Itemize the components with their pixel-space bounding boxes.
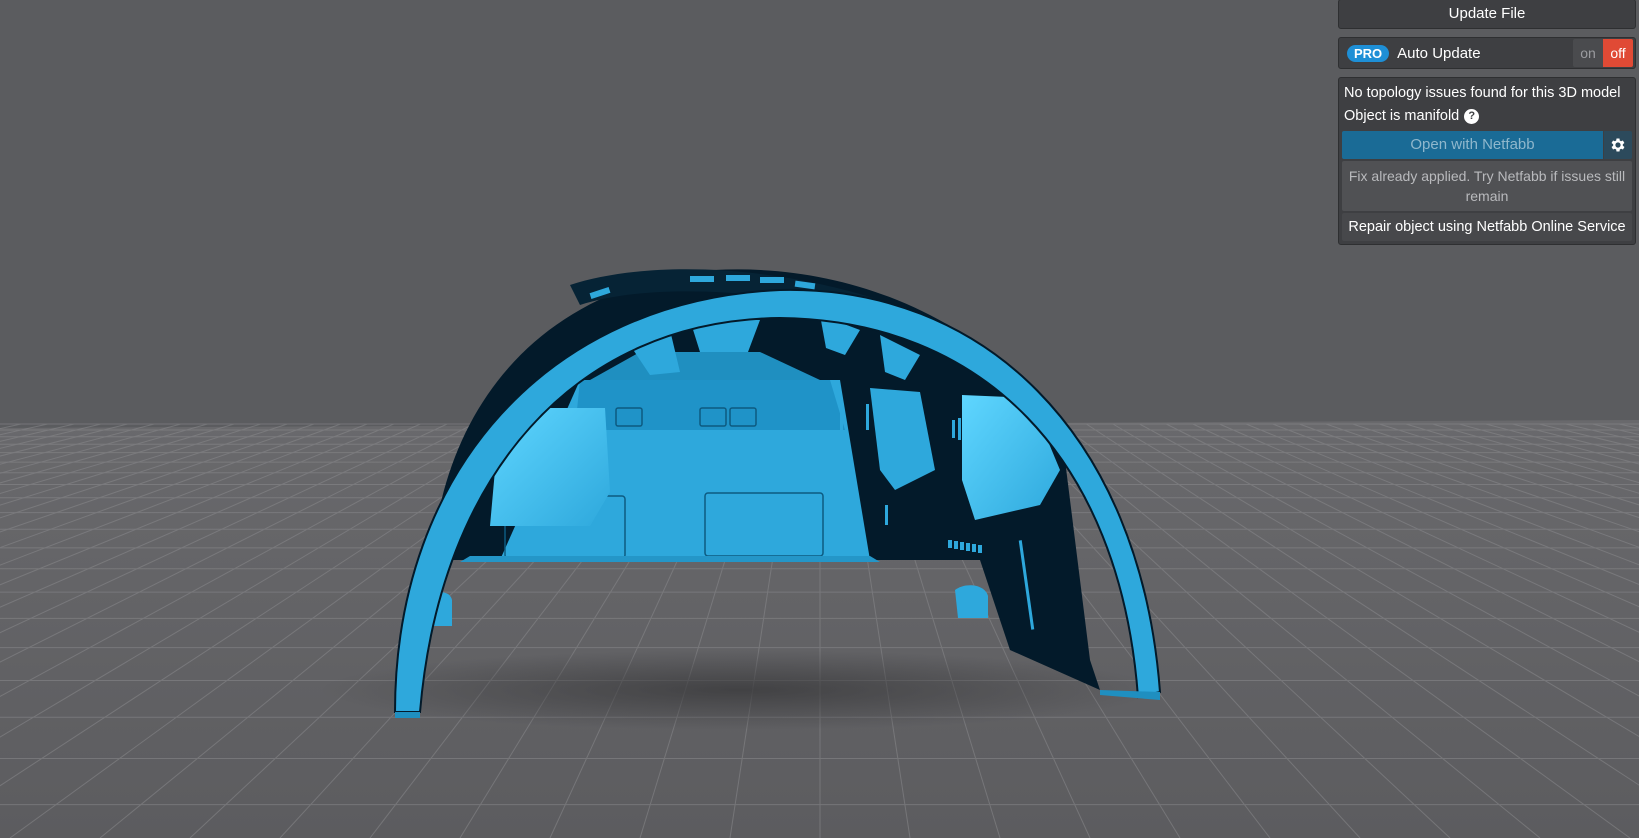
manifold-status-row: Object is manifold? xyxy=(1342,105,1632,128)
auto-update-label: Auto Update xyxy=(1397,44,1481,62)
netfabb-row: Open with Netfabb xyxy=(1342,131,1632,159)
model-shadow xyxy=(320,650,1160,730)
update-file-button[interactable]: Update File xyxy=(1338,0,1636,29)
topology-report: No topology issues found for this 3D mod… xyxy=(1338,77,1636,245)
fix-note: Fix already applied. Try Netfabb if issu… xyxy=(1342,161,1632,211)
toggle-on-option[interactable]: on xyxy=(1573,39,1603,67)
netfabb-settings-button[interactable] xyxy=(1603,131,1632,159)
help-circle-icon[interactable]: ? xyxy=(1464,109,1480,124)
side-panel: Update File PRO Auto Update on off No to… xyxy=(1338,0,1636,245)
gear-icon xyxy=(1611,138,1625,152)
open-netfabb-button[interactable]: Open with Netfabb xyxy=(1342,131,1603,159)
repair-netfabb-button[interactable]: Repair object using Netfabb Online Servi… xyxy=(1342,213,1632,241)
toggle-off-option[interactable]: off xyxy=(1603,39,1633,67)
auto-update-toggle[interactable]: on off xyxy=(1573,39,1633,67)
manifold-status: Object is manifold xyxy=(1344,108,1460,124)
pro-badge: PRO xyxy=(1347,44,1390,62)
topology-status: No topology issues found for this 3D mod… xyxy=(1344,85,1621,101)
auto-update-row: PRO Auto Update on off xyxy=(1338,37,1636,69)
